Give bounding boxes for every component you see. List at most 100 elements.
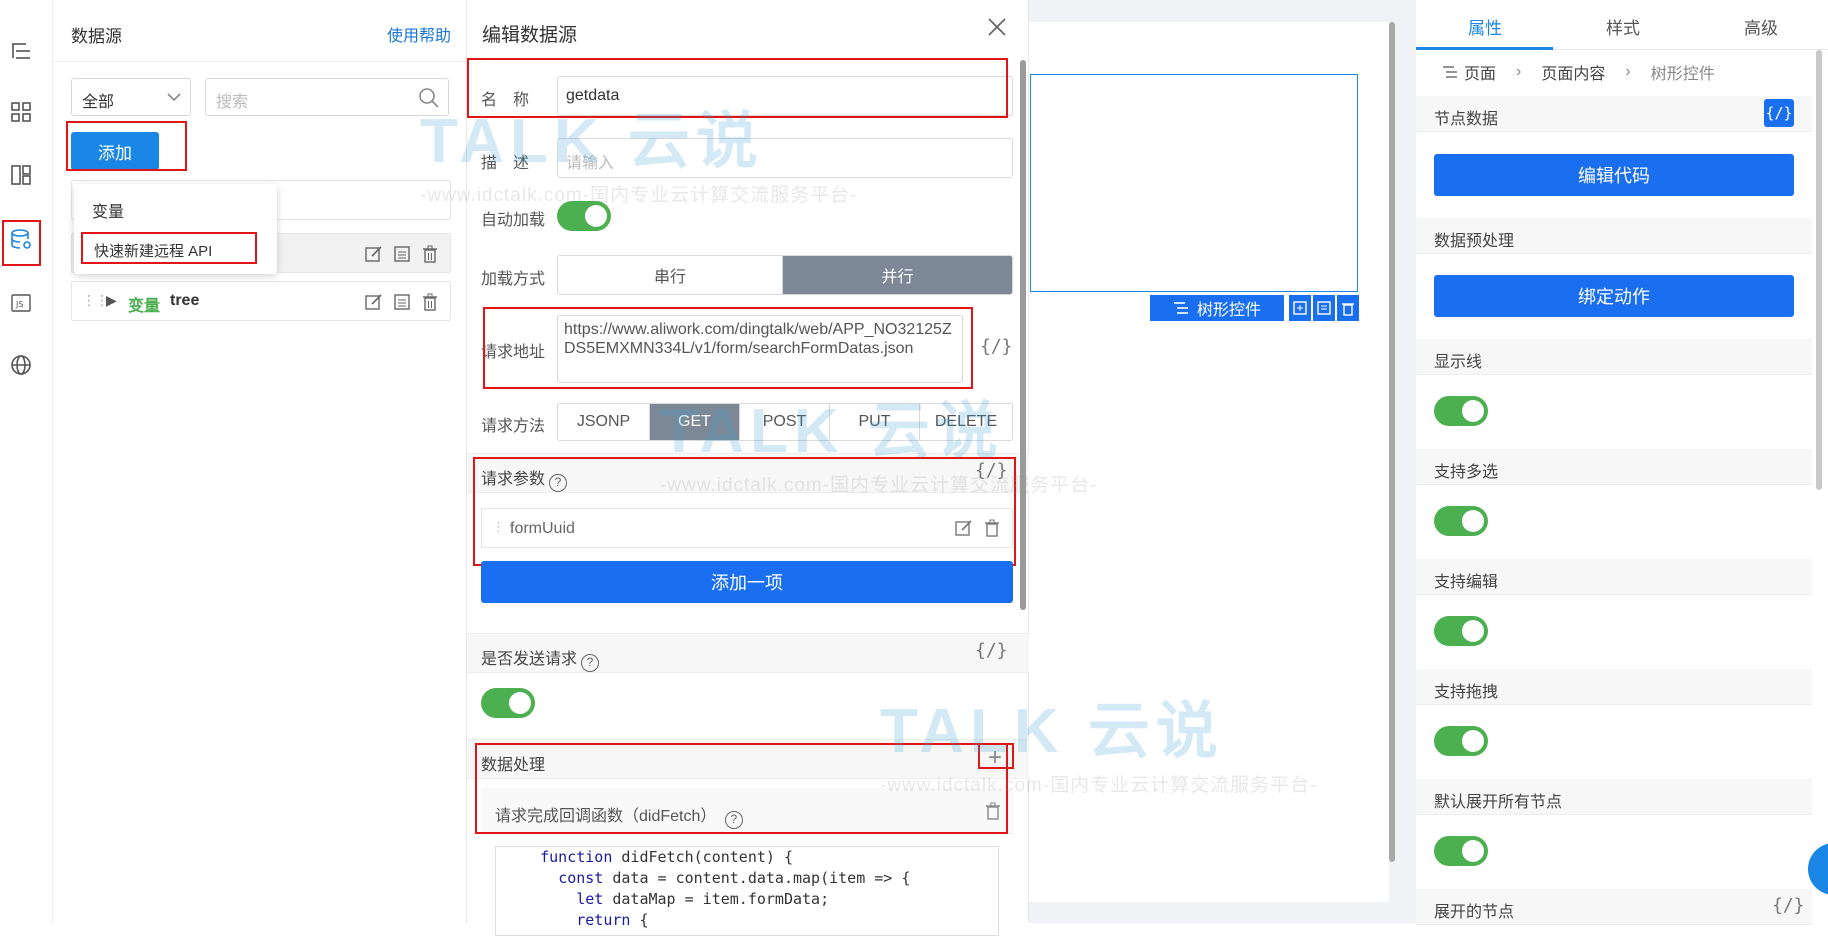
add-button[interactable]: 添加 — [71, 132, 159, 170]
assistant-float-button[interactable] — [1808, 843, 1828, 895]
menu-item-remote-api[interactable]: 快速新建远程 API — [74, 240, 277, 261]
tab-properties[interactable]: 属性 — [1468, 14, 1502, 39]
description-input[interactable]: 请输入 — [557, 138, 1013, 178]
help-question-icon[interactable]: ? — [724, 811, 743, 829]
help-question-icon[interactable]: ? — [581, 654, 600, 672]
help-link[interactable]: 使用帮助 — [387, 22, 451, 46]
components-grid-icon[interactable] — [6, 97, 35, 126]
send-request-label: 是否发送请求 — [481, 651, 578, 668]
edit-code-button[interactable]: 编辑代码 — [1434, 154, 1794, 196]
add-plus-icon[interactable]: + — [988, 744, 1002, 772]
tree-icon — [1173, 302, 1188, 314]
search-icon — [419, 88, 439, 108]
code-line: let dataMap = item.formData; — [576, 890, 830, 908]
copy-icon[interactable] — [1313, 295, 1335, 321]
code-toggle-icon[interactable]: {/} — [975, 640, 1008, 661]
prop-section-title: 支持拖拽 — [1434, 684, 1499, 701]
expand-triangle-icon[interactable]: ▶ — [106, 292, 117, 309]
code-toggle-icon[interactable]: {/} — [975, 460, 1008, 481]
show-line-toggle[interactable] — [1434, 396, 1488, 426]
chevron-down-icon — [167, 93, 181, 102]
load-mode-segmented: 串行 并行 — [557, 255, 1013, 295]
edit-icon[interactable] — [364, 292, 384, 312]
prop-section-header: 支持拖拽 — [1416, 669, 1812, 705]
send-request-toggle[interactable] — [481, 688, 535, 718]
type-filter-select[interactable]: 全部 — [71, 78, 191, 116]
variable-binding-icon[interactable]: {/} — [1764, 99, 1794, 127]
list-item[interactable]: ⋮⋮ ▶ 变量 tree — [71, 281, 451, 321]
outline-tree-icon[interactable] — [6, 36, 35, 65]
chevron-right-icon: › — [1625, 63, 1631, 80]
code-toggle-icon[interactable]: {/} — [980, 336, 1013, 357]
callback-row: 请求完成回调函数（didFetch） ? — [481, 788, 1013, 834]
prop-section-title: 支持编辑 — [1434, 574, 1499, 591]
copy-icon[interactable] — [392, 292, 412, 312]
datasource-title: 数据源 — [71, 27, 122, 46]
prop-section-title: 数据预处理 — [1434, 233, 1515, 250]
prop-section-title: 默认展开所有节点 — [1434, 794, 1563, 811]
code-toggle-icon[interactable]: {/} — [1772, 895, 1805, 916]
prop-section-title: 显示线 — [1434, 354, 1483, 371]
url-textarea[interactable]: https://www.aliwork.com/dingtalk/web/APP… — [557, 315, 963, 383]
layout-icon[interactable] — [6, 160, 35, 189]
expand-all-toggle[interactable] — [1434, 836, 1488, 866]
scrollbar[interactable] — [1816, 50, 1822, 490]
tree-component[interactable] — [1030, 74, 1358, 292]
scrollbar[interactable] — [1389, 22, 1395, 862]
multi-select-toggle[interactable] — [1434, 506, 1488, 536]
canvas-area: 树形控件 — [1029, 0, 1416, 923]
breadcrumb-item[interactable]: 页面 — [1464, 60, 1496, 84]
method-get[interactable]: GET — [650, 404, 740, 440]
bind-action-button[interactable]: 绑定动作 — [1434, 275, 1794, 317]
tree-component-tag[interactable]: 树形控件 — [1150, 295, 1284, 321]
name-input[interactable]: getdata — [557, 76, 1013, 116]
autoload-toggle[interactable] — [557, 201, 611, 231]
property-tabs: 属性 样式 高级 — [1416, 0, 1828, 50]
trash-icon[interactable] — [420, 244, 440, 264]
autoload-label: 自动加载 — [481, 212, 546, 229]
tab-style[interactable]: 样式 — [1606, 14, 1640, 39]
help-question-icon[interactable]: ? — [549, 474, 568, 492]
method-put[interactable]: PUT — [830, 404, 920, 440]
add-sibling-icon[interactable] — [1289, 295, 1311, 321]
js-icon[interactable]: JS — [6, 288, 35, 317]
copy-icon[interactable] — [392, 244, 412, 264]
params-section-header: 请求参数? {/} — [467, 453, 1029, 493]
trash-icon[interactable] — [982, 518, 1002, 538]
param-name: formUuid — [510, 520, 575, 537]
send-request-title: 是否发送请求? — [481, 645, 600, 672]
chevron-right-icon: › — [1516, 63, 1522, 80]
drag-handle-icon[interactable]: ⋮⋮ — [82, 292, 109, 309]
load-mode-serial[interactable]: 串行 — [558, 256, 783, 294]
param-item[interactable]: ⋮⋮ formUuid — [481, 508, 1013, 548]
edit-datasource-panel: 编辑数据源 名 称 getdata 描 述 请输入 自动加载 加载方式 串行 并… — [467, 0, 1029, 936]
prop-section-title: 展开的节点 — [1434, 904, 1515, 921]
prop-section-header: 显示线 — [1416, 339, 1812, 375]
method-post[interactable]: POST — [740, 404, 830, 440]
type-filter-value: 全部 — [82, 94, 115, 111]
datasource-icon[interactable] — [6, 225, 35, 254]
load-mode-parallel[interactable]: 并行 — [783, 256, 1012, 294]
method-jsonp[interactable]: JSONP — [558, 404, 650, 440]
search-input[interactable]: 搜索 — [205, 78, 449, 116]
datasource-panel: 数据源 使用帮助 全部 搜索 添加 ⋮⋮ ▶ 变量 tree 变量 快速新建远程… — [53, 0, 467, 923]
breadcrumb-item[interactable]: 页面内容 — [1541, 60, 1605, 84]
globe-icon[interactable] — [6, 350, 35, 379]
description-label: 描 述 — [481, 155, 530, 172]
trash-icon[interactable] — [983, 801, 1003, 821]
editable-toggle[interactable] — [1434, 616, 1488, 646]
method-label: 请求方法 — [481, 418, 546, 435]
menu-item-variable[interactable]: 变量 — [74, 198, 277, 222]
add-param-button[interactable]: 添加一项 — [481, 561, 1013, 603]
tab-advanced[interactable]: 高级 — [1744, 14, 1778, 39]
close-icon[interactable] — [986, 16, 1008, 38]
trash-icon[interactable] — [1337, 295, 1359, 321]
add-dropdown-menu: 变量 快速新建远程 API — [74, 184, 277, 274]
edit-icon[interactable] — [954, 518, 974, 538]
load-mode-label: 加载方式 — [481, 271, 546, 288]
draggable-toggle[interactable] — [1434, 726, 1488, 756]
method-delete[interactable]: DELETE — [920, 404, 1012, 440]
trash-icon[interactable] — [420, 292, 440, 312]
edit-icon[interactable] — [364, 244, 384, 264]
scrollbar[interactable] — [1020, 60, 1026, 610]
